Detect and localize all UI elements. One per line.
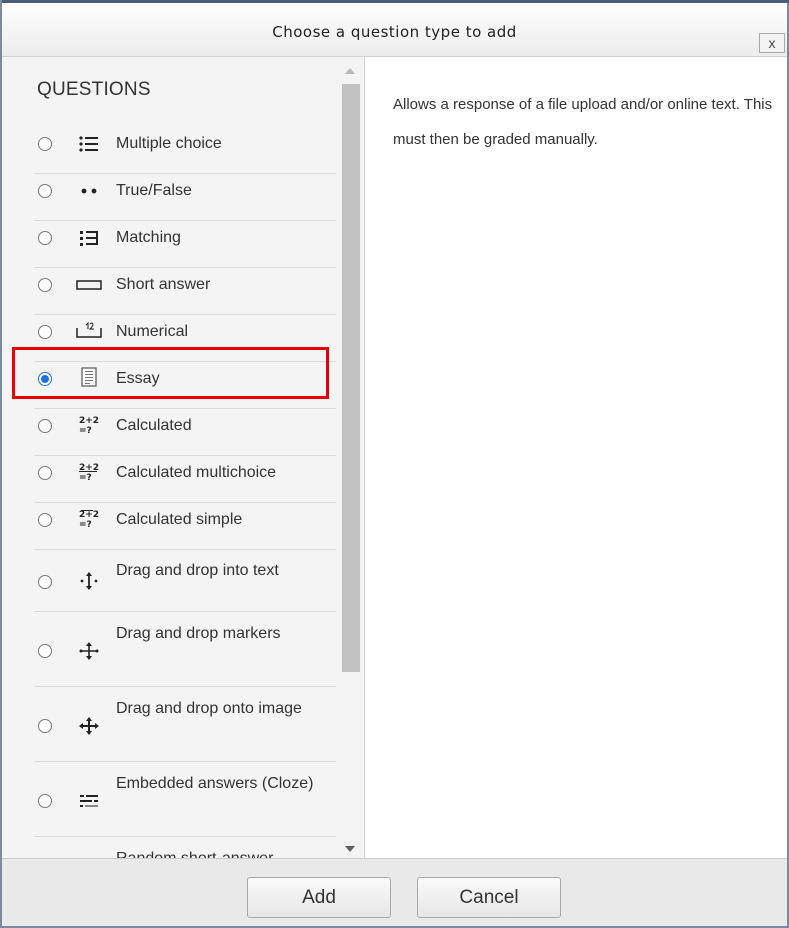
radio-calculated[interactable] (38, 419, 52, 433)
true-false-icon (74, 180, 104, 202)
radio-matching[interactable] (38, 231, 52, 245)
option-true-false[interactable]: True/False (2, 174, 337, 221)
radio-cloze[interactable] (38, 794, 52, 808)
radio-essay[interactable] (38, 372, 52, 386)
svg-text:=?: =? (79, 473, 92, 481)
option-label: Matching (116, 229, 181, 246)
option-drag-drop-text[interactable]: Drag and drop into text (2, 550, 337, 612)
radio-drag-drop-text[interactable] (38, 575, 52, 589)
calculated-multichoice-icon: 2+2 =? (74, 460, 104, 482)
option-matching[interactable]: Matching (2, 221, 337, 268)
radio-drag-drop-markers[interactable] (38, 644, 52, 658)
drag-drop-markers-icon (74, 640, 104, 662)
option-essay[interactable]: Essay (2, 362, 337, 409)
option-numerical[interactable]: Numerical (2, 315, 337, 362)
calculated-icon: 2+2 =? (74, 413, 104, 435)
option-label: Short answer (116, 276, 211, 293)
cloze-icon (74, 790, 104, 812)
option-label: True/False (116, 182, 192, 199)
add-button[interactable]: Add (247, 877, 391, 918)
option-label: Drag and drop onto image (116, 700, 302, 717)
radio-true-false[interactable] (38, 184, 52, 198)
question-list-panel[interactable]: QUESTIONS Multiple choice True/False Mat… (2, 57, 365, 858)
option-label: Calculated simple (116, 511, 243, 528)
option-label: Essay (116, 370, 160, 387)
multiple-choice-icon (74, 133, 104, 155)
option-short-answer[interactable]: Short answer (2, 268, 337, 315)
cancel-button[interactable]: Cancel (417, 877, 561, 918)
question-type-dialog: Choose a question type to add x QUESTION… (0, 0, 789, 928)
scroll-down-arrow-icon[interactable] (345, 846, 355, 852)
option-label: Calculated multichoice (116, 464, 277, 481)
option-drag-drop-image[interactable]: Drag and drop onto image (2, 687, 337, 762)
close-button[interactable]: x (759, 33, 785, 53)
question-type-description: Allows a response of a file upload and/o… (393, 96, 773, 148)
drag-drop-text-icon (74, 570, 104, 592)
scroll-up-arrow-icon[interactable] (345, 68, 355, 74)
option-label: Random short-answer matching (116, 844, 316, 858)
dialog-footer: Add Cancel (2, 858, 787, 926)
option-label: Drag and drop markers (116, 625, 281, 642)
calculated-simple-icon: 2+2 =? (74, 507, 104, 529)
option-label: Multiple choice (116, 135, 222, 152)
option-calculated-multichoice[interactable]: 2+2 =? Calculated multichoice (2, 456, 337, 503)
option-calculated[interactable]: 2+2 =? Calculated (2, 409, 337, 456)
radio-calculated-simple[interactable] (38, 513, 52, 527)
svg-text:=?: =? (79, 426, 92, 434)
description-panel: Allows a response of a file upload and/o… (365, 57, 787, 858)
option-multiple-choice[interactable]: Multiple choice (2, 127, 337, 174)
svg-text:2+2: 2+2 (79, 510, 99, 520)
question-list-scrollbar[interactable] (339, 57, 363, 858)
short-answer-icon (74, 274, 104, 296)
scrollbar-thumb[interactable] (342, 84, 360, 672)
radio-short-answer[interactable] (38, 278, 52, 292)
option-cloze[interactable]: Embedded answers (Cloze) (2, 762, 337, 837)
option-label: Calculated (116, 417, 192, 434)
matching-icon (74, 227, 104, 249)
radio-numerical[interactable] (38, 325, 52, 339)
dialog-header: Choose a question type to add x (2, 3, 787, 57)
close-icon: x (768, 35, 776, 51)
option-drag-drop-markers[interactable]: Drag and drop markers (2, 612, 337, 687)
dialog-title: Choose a question type to add (272, 23, 517, 41)
essay-icon (74, 366, 104, 388)
drag-drop-image-icon (74, 715, 104, 737)
option-label: Numerical (116, 323, 189, 340)
svg-text:2+2: 2+2 (79, 416, 99, 426)
option-random-matching[interactable]: Random short-answer matching (2, 837, 337, 858)
option-label: Embedded answers (Cloze) (116, 775, 314, 792)
option-calculated-simple[interactable]: 2+2 =? Calculated simple (2, 503, 337, 550)
svg-text:=?: =? (79, 520, 92, 528)
radio-calculated-multichoice[interactable] (38, 466, 52, 480)
numerical-icon (74, 319, 104, 341)
option-label: Drag and drop into text (116, 562, 279, 579)
radio-multiple-choice[interactable] (38, 137, 52, 151)
radio-drag-drop-image[interactable] (38, 719, 52, 733)
questions-heading: QUESTIONS (37, 79, 151, 100)
